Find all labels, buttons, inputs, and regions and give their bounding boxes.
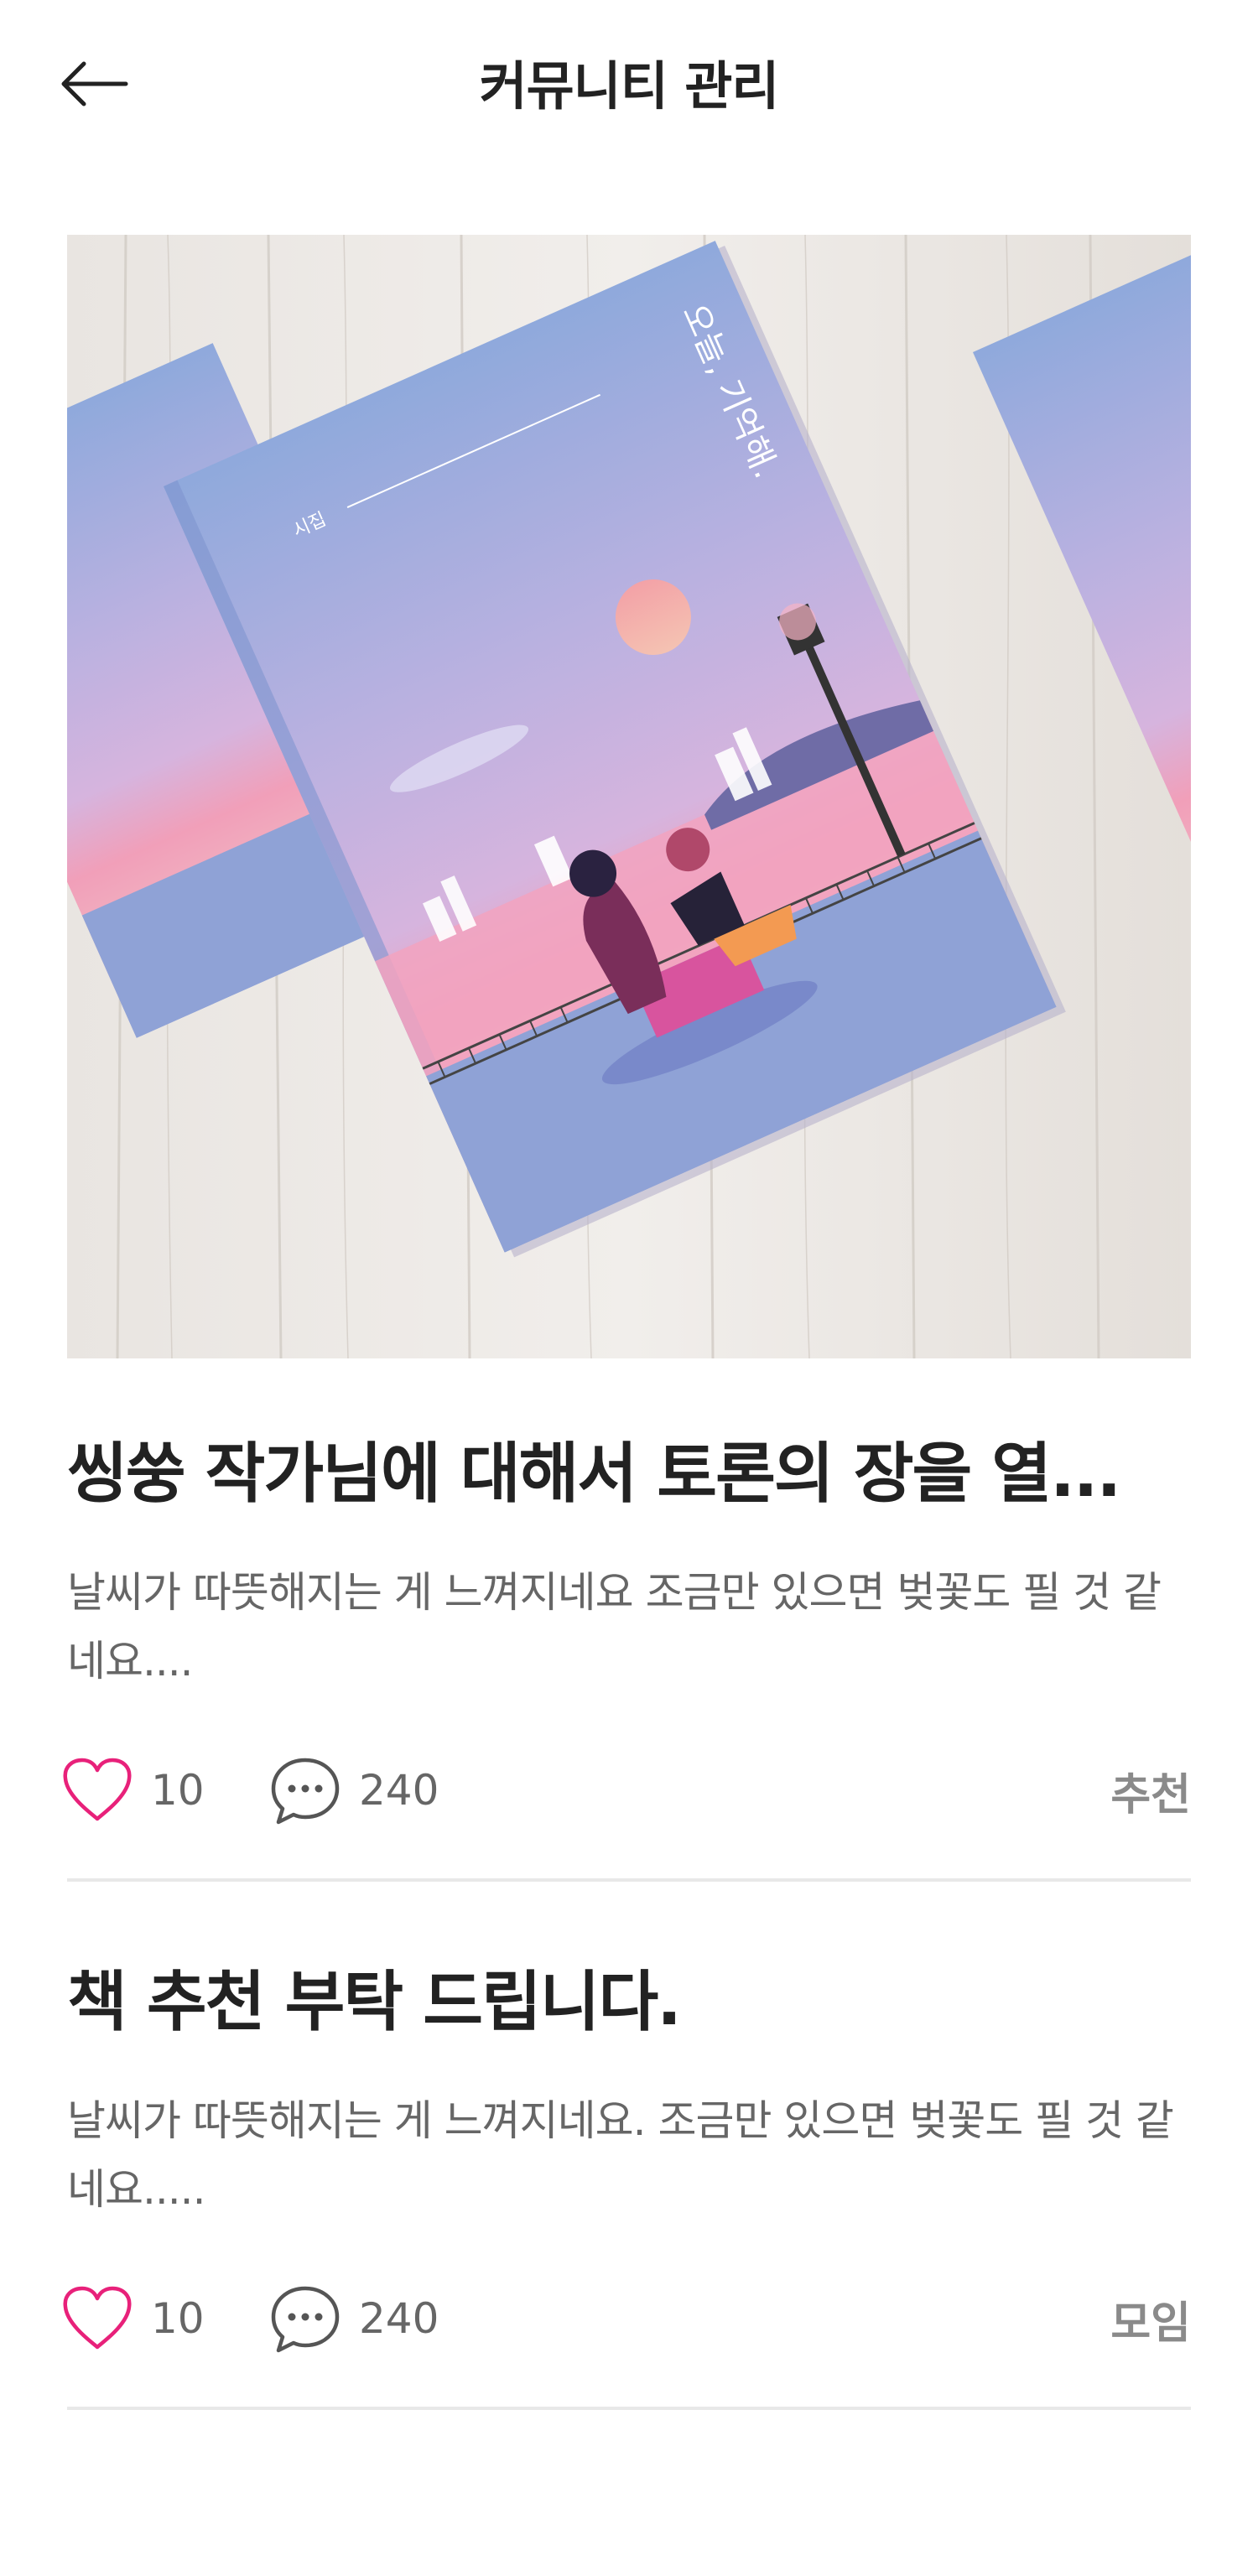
speech-bubble-icon <box>271 2286 340 2353</box>
app-header: 커뮤니티 관리 <box>0 0 1258 168</box>
like-button[interactable] <box>60 1753 134 1827</box>
like-count: 10 <box>151 1766 205 1815</box>
like-group: 10 <box>60 1748 205 1832</box>
post-card[interactable]: 책 추천 부탁 드립니다. 날씨가 따뜻해지는 게 느껴지네요. 조금만 있으면… <box>63 1878 1191 2415</box>
like-count: 10 <box>151 2294 205 2343</box>
category-tag[interactable]: 추천 <box>1110 1748 1191 1832</box>
like-button[interactable] <box>60 2282 134 2355</box>
post-meta: 10 240 추천 <box>63 1748 1191 1832</box>
comment-group: 240 <box>268 2277 439 2360</box>
post-title[interactable]: 씽쑹 작가님에 대해서 토론의 장을 열... <box>67 1421 1191 1505</box>
comment-group: 240 <box>268 1748 439 1832</box>
comment-button[interactable] <box>268 2282 342 2355</box>
page-title: 커뮤니티 관리 <box>479 55 780 117</box>
comment-count: 240 <box>359 1766 439 1815</box>
like-group: 10 <box>60 2277 205 2360</box>
post-thumbnail[interactable]: 오늘, 기억해. 시집 <box>67 235 1191 1358</box>
comment-count: 240 <box>359 2294 439 2343</box>
comment-button[interactable] <box>268 1753 342 1827</box>
speech-bubble-icon <box>271 1758 340 1825</box>
post-title[interactable]: 책 추천 부탁 드립니다. <box>67 1950 1191 2033</box>
heart-outline-icon <box>63 1758 132 1821</box>
category-tag[interactable]: 모임 <box>1110 2277 1191 2360</box>
divider <box>67 2407 1191 2410</box>
post-excerpt[interactable]: 날씨가 따뜻해지는 게 느껴지네요 조금만 있으면 벚꽃도 필 것 같네요...… <box>67 1558 1191 1696</box>
book-cover-image: 오늘, 기억해. 시집 <box>67 235 1191 1358</box>
heart-outline-icon <box>63 2286 132 2350</box>
post-card[interactable]: 오늘, 기억해. 시집 씽쑹 작가님에 대해서 토론의 장을 열... 날씨가 … <box>63 235 1191 1882</box>
post-excerpt[interactable]: 날씨가 따뜻해지는 게 느껴지네요. 조금만 있으면 벚꽃도 필 것 같네요..… <box>67 2086 1191 2224</box>
post-meta: 10 240 모임 <box>63 2277 1191 2360</box>
